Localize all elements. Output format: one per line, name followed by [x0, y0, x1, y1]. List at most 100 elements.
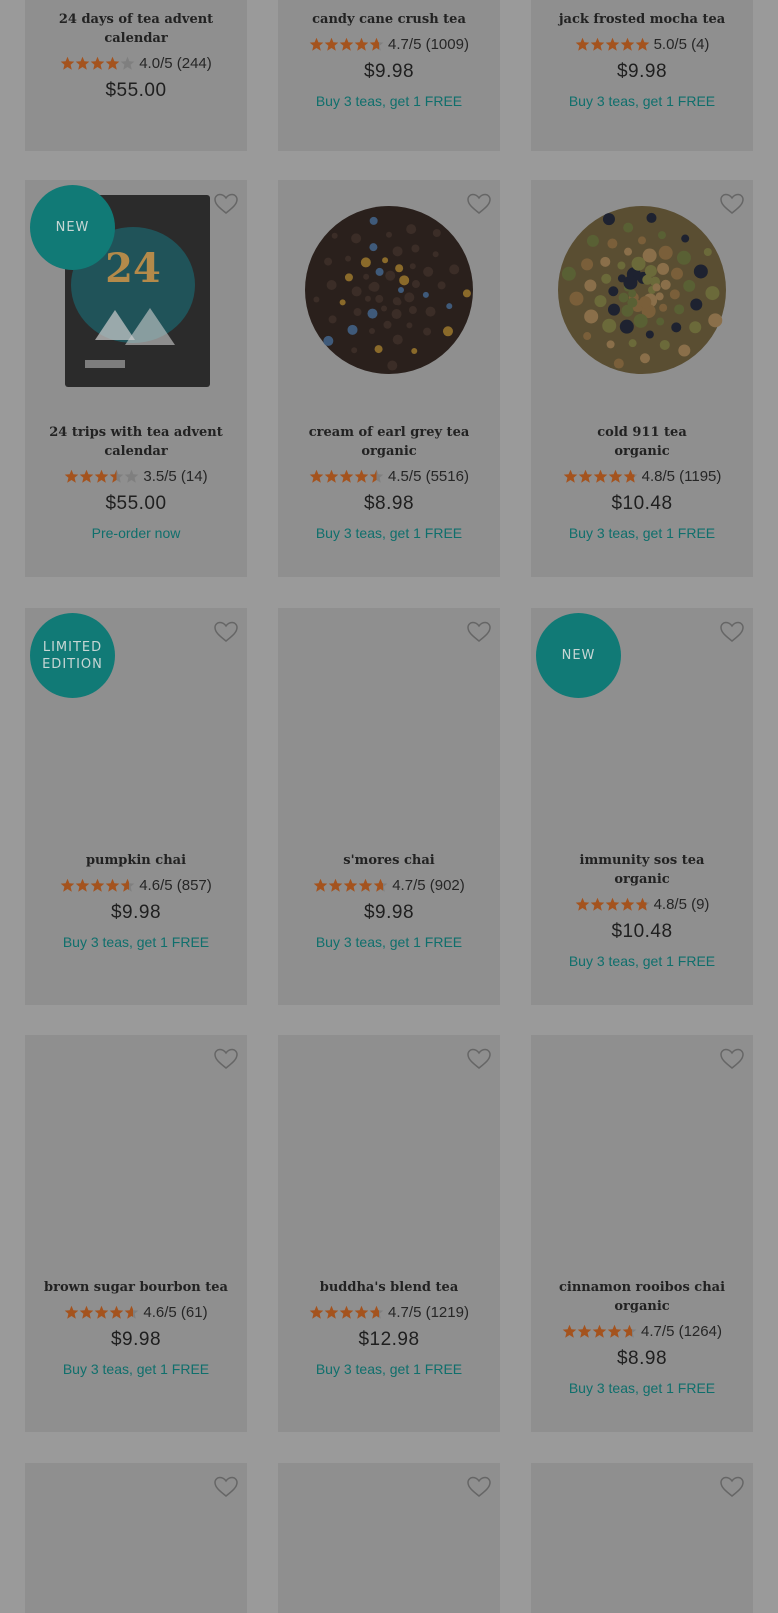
- promo-link[interactable]: Buy 3 teas, get 1 FREE: [25, 1361, 247, 1377]
- rating-row[interactable]: 4.8/5 (9): [531, 896, 753, 913]
- promo-link[interactable]: Buy 3 teas, get 1 FREE: [278, 525, 500, 541]
- product-card[interactable]: cold 911 tea organic 4.8/5 (1195) $10.48 Buy…: [531, 180, 753, 577]
- star-icon: [90, 878, 105, 892]
- wishlist-heart-icon[interactable]: [213, 620, 239, 644]
- product-card[interactable]: brown sugar bourbon tea 4.6/5 (61) $9.98 Bu…: [25, 1035, 247, 1432]
- star-icon: [354, 1305, 369, 1319]
- wishlist-heart-icon[interactable]: [719, 1475, 745, 1499]
- promo-link[interactable]: Buy 3 teas, get 1 FREE: [531, 953, 753, 969]
- star-icon: [578, 469, 592, 483]
- product-card[interactable]: buddha's blend tea 4.7/5 (1219) $12.98 Buy …: [278, 1035, 500, 1432]
- star-icon: [592, 1324, 607, 1338]
- rating-row[interactable]: 4.7/5 (1264): [531, 1323, 753, 1340]
- star-rating: [563, 469, 638, 484]
- product-card[interactable]: cinnamon rooibos chai organic 4.7/5 (1264)…: [531, 1035, 753, 1432]
- promo-link[interactable]: Buy 3 teas, get 1 FREE: [25, 934, 247, 950]
- wishlist-heart-icon[interactable]: [719, 1047, 745, 1071]
- product-card[interactable]: NEW immunity sos tea organic 4.8/5 (9) $10.4…: [531, 608, 753, 1005]
- star-icon: [608, 469, 622, 483]
- product-card[interactable]: cream of earl grey tea organic 4.5/5 (5516…: [278, 180, 500, 577]
- wishlist-heart-icon[interactable]: [466, 620, 492, 644]
- rating-row[interactable]: 4.0/5 (244): [25, 55, 247, 72]
- star-icon: [354, 469, 369, 483]
- product-info: cinnamon rooibos chai organic 4.7/5 (1264)…: [531, 1278, 753, 1396]
- star-rating: [309, 469, 384, 484]
- product-info: brown sugar bourbon tea 4.6/5 (61) $9.98 Bu…: [25, 1278, 247, 1377]
- promo-link[interactable]: Buy 3 teas, get 1 FREE: [278, 93, 500, 109]
- product-card[interactable]: jack frosted mocha tea 5.0/5 (4) $9.98 Buy …: [531, 0, 753, 151]
- star-icon: [373, 878, 388, 892]
- star-icon: [328, 878, 343, 892]
- star-icon: [65, 1305, 79, 1319]
- star-icon: [562, 1324, 577, 1338]
- rating-row[interactable]: 4.7/5 (1009): [278, 36, 500, 53]
- promo-link[interactable]: Buy 3 teas, get 1 FREE: [278, 1361, 500, 1377]
- product-name[interactable]: candy cane crush tea: [278, 10, 500, 29]
- star-rating: [309, 37, 384, 52]
- rating-row[interactable]: 4.8/5 (1195): [531, 468, 753, 485]
- product-name[interactable]: cinnamon rooibos chai: [531, 1278, 753, 1297]
- product-name[interactable]: 24 days of tea advent calendar: [25, 10, 247, 48]
- product-price: $9.98: [110, 902, 162, 923]
- promo-link[interactable]: Pre-order now: [25, 525, 247, 541]
- star-icon: [110, 1305, 124, 1319]
- star-icon: [577, 1324, 592, 1338]
- product-image[interactable]: [278, 190, 500, 400]
- rating-row[interactable]: 4.6/5 (61): [25, 1304, 247, 1321]
- star-icon: [590, 897, 604, 911]
- star-rating: [562, 1324, 637, 1339]
- rating-row[interactable]: 4.5/5 (5516): [278, 468, 500, 485]
- product-name[interactable]: jack frosted mocha tea: [531, 10, 753, 29]
- star-icon: [635, 897, 649, 911]
- product-name[interactable]: pumpkin chai: [25, 851, 247, 870]
- star-icon: [339, 37, 354, 51]
- star-icon: [75, 56, 90, 70]
- star-icon: [95, 1305, 109, 1319]
- product-subtitle: organic: [614, 872, 670, 887]
- product-name[interactable]: s'mores chai: [278, 851, 500, 870]
- product-name[interactable]: 24 trips with tea advent calendar: [25, 423, 247, 461]
- product-name[interactable]: cream of earl grey tea: [278, 423, 500, 442]
- product-price: $55.00: [105, 493, 167, 514]
- rating-text: 4.7/5 (1009): [388, 36, 469, 53]
- wishlist-heart-icon[interactable]: [466, 1475, 492, 1499]
- star-icon: [339, 469, 354, 483]
- promo-link[interactable]: Buy 3 teas, get 1 FREE: [278, 934, 500, 950]
- product-subtitle: organic: [614, 1299, 670, 1314]
- product-card[interactable]: 24 NEW 24 trips with tea advent calendar 3.…: [25, 180, 247, 577]
- rating-text: 4.5/5 (5516): [388, 468, 469, 485]
- product-price: $55.00: [105, 80, 167, 101]
- rating-row[interactable]: 4.7/5 (1219): [278, 1304, 500, 1321]
- star-icon: [60, 56, 75, 70]
- star-icon: [105, 878, 120, 892]
- promo-link[interactable]: Buy 3 teas, get 1 FREE: [531, 1380, 753, 1396]
- wishlist-heart-icon[interactable]: [213, 1475, 239, 1499]
- star-rating: [313, 878, 388, 893]
- product-name[interactable]: brown sugar bourbon tea: [25, 1278, 247, 1297]
- rating-row[interactable]: 3.5/5 (14): [25, 468, 247, 485]
- star-rating: [575, 897, 650, 912]
- product-card[interactable]: [278, 1463, 500, 1613]
- product-name[interactable]: cold 911 tea: [531, 423, 753, 442]
- star-icon: [324, 469, 339, 483]
- product-image[interactable]: [531, 190, 753, 400]
- promo-link[interactable]: Buy 3 teas, get 1 FREE: [531, 93, 753, 109]
- product-card[interactable]: candy cane crush tea 4.7/5 (1009) $9.98 Buy…: [278, 0, 500, 151]
- product-price: $9.98: [110, 1329, 162, 1350]
- product-name[interactable]: buddha's blend tea: [278, 1278, 500, 1297]
- star-icon: [590, 37, 604, 51]
- rating-row[interactable]: 4.7/5 (902): [278, 877, 500, 894]
- product-card[interactable]: s'mores chai 4.7/5 (902) $9.98 Buy 3 teas, …: [278, 608, 500, 1005]
- product-card[interactable]: 24 days of tea advent calendar 4.0/5 (244…: [25, 0, 247, 151]
- wishlist-heart-icon[interactable]: [213, 1047, 239, 1071]
- product-name[interactable]: immunity sos tea: [531, 851, 753, 870]
- wishlist-heart-icon[interactable]: [719, 620, 745, 644]
- wishlist-heart-icon[interactable]: [466, 1047, 492, 1071]
- rating-row[interactable]: 4.6/5 (857): [25, 877, 247, 894]
- promo-link[interactable]: Buy 3 teas, get 1 FREE: [531, 525, 753, 541]
- rating-text: 4.7/5 (902): [392, 877, 465, 894]
- rating-row[interactable]: 5.0/5 (4): [531, 36, 753, 53]
- product-card[interactable]: LIMITED EDITION pumpkin chai 4.6/5 (857) $9…: [25, 608, 247, 1005]
- product-card[interactable]: [25, 1463, 247, 1613]
- product-card[interactable]: [531, 1463, 753, 1613]
